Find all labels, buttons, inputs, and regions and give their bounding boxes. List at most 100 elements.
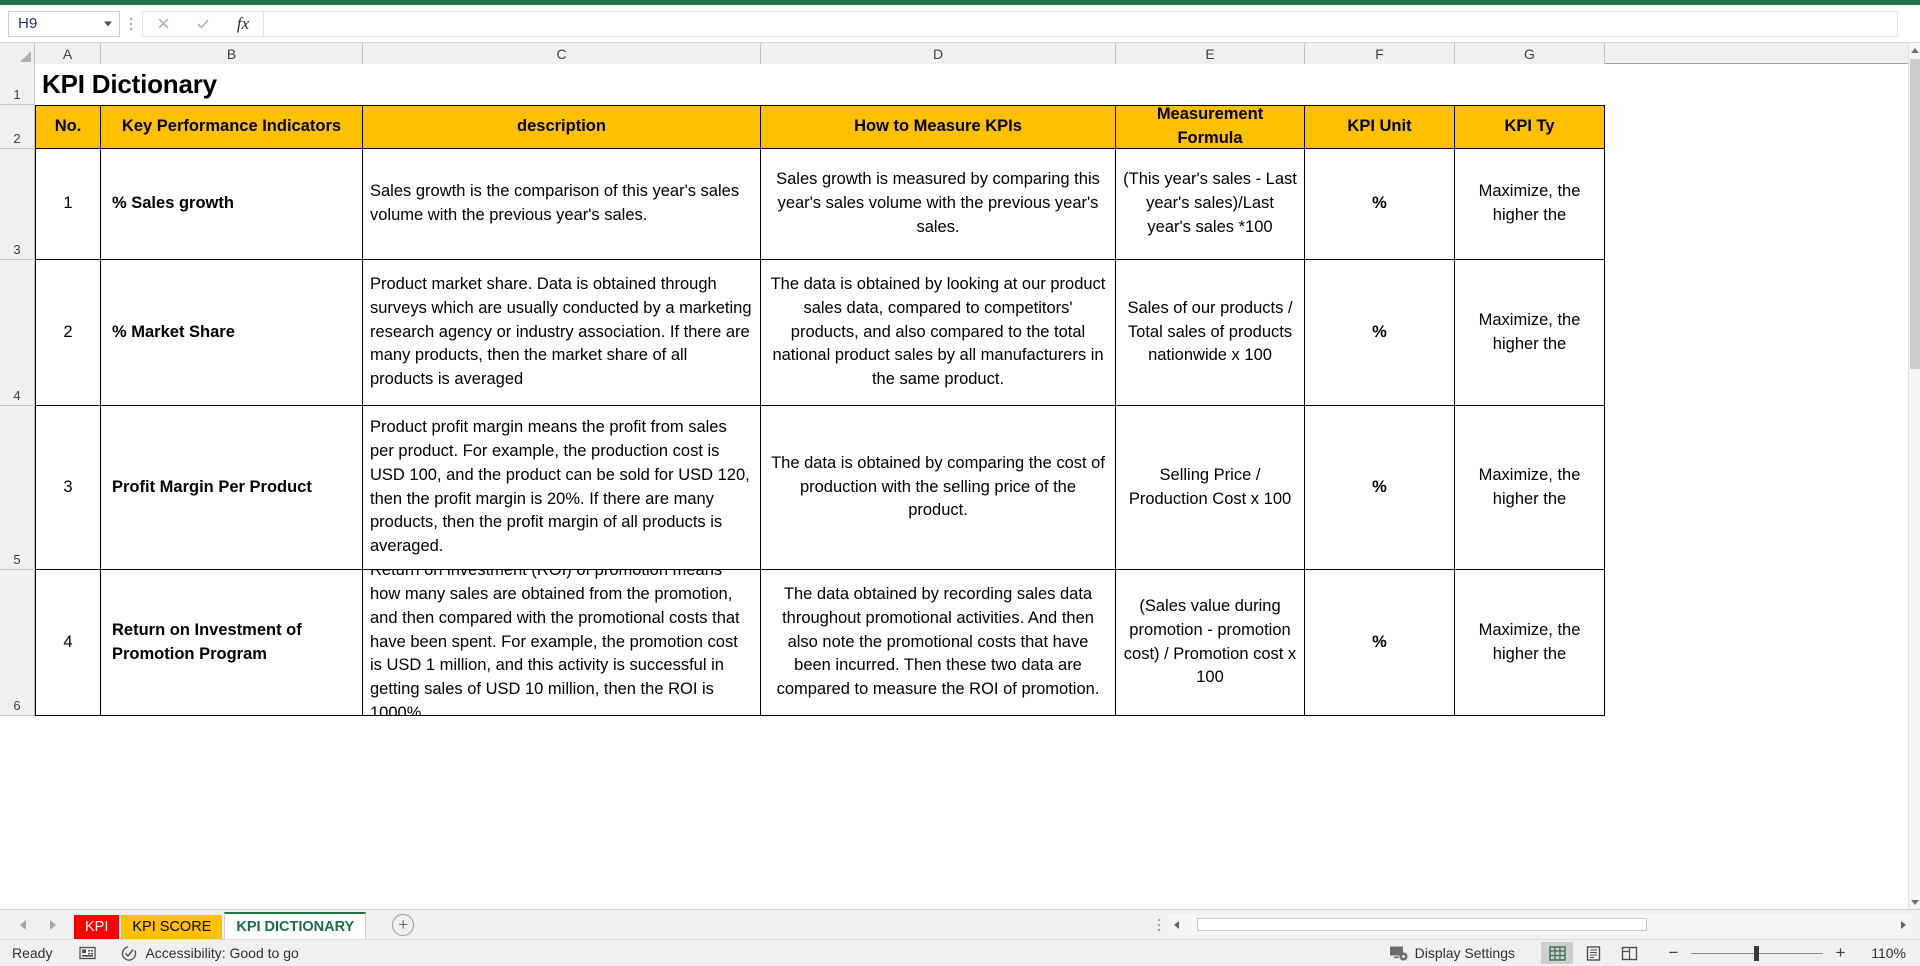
row-header-1[interactable]: 1 bbox=[0, 64, 35, 105]
table-header-how-to-measure[interactable]: How to Measure KPIs bbox=[761, 105, 1116, 149]
cell-type-text[interactable]: Maximize, the higher the bbox=[1462, 180, 1597, 228]
page-title[interactable]: KPI Dictionary bbox=[35, 64, 1316, 105]
zoom-level-label[interactable]: 110% bbox=[1858, 945, 1906, 961]
cell-description-text[interactable]: Return on investment (ROI) of promotion … bbox=[370, 570, 753, 715]
cell-G1[interactable] bbox=[1655, 64, 1805, 105]
formula-input[interactable] bbox=[263, 10, 1898, 37]
cell-type: Maximize, the higher the bbox=[1455, 570, 1605, 716]
next-sheet-icon[interactable] bbox=[46, 918, 60, 932]
cell-unit[interactable]: % bbox=[1305, 260, 1455, 406]
cell-how-to-measure-text[interactable]: Sales growth is measured by comparing th… bbox=[768, 168, 1108, 240]
zoom-slider-thumb[interactable] bbox=[1754, 945, 1759, 961]
previous-sheet-icon[interactable] bbox=[16, 918, 30, 932]
cell-how-to-measure-text[interactable]: The data is obtained by comparing the co… bbox=[768, 452, 1108, 524]
zoom-slider[interactable] bbox=[1691, 945, 1823, 961]
column-header-D[interactable]: D bbox=[761, 43, 1116, 64]
column-header-F[interactable]: F bbox=[1305, 43, 1455, 64]
sheet-tab-kpi-dictionary[interactable]: KPI DICTIONARY bbox=[224, 911, 367, 940]
chevron-down-icon[interactable] bbox=[104, 21, 112, 26]
cell-kpi[interactable]: Profit Margin Per Product bbox=[101, 406, 363, 570]
column-header-C[interactable]: C bbox=[363, 43, 761, 64]
cell-how-to-measure: The data obtained by recording sales dat… bbox=[761, 570, 1116, 716]
row-header-5[interactable]: 5 bbox=[0, 406, 35, 570]
accessibility-check-icon bbox=[122, 946, 137, 961]
check-icon[interactable] bbox=[183, 12, 223, 36]
scroll-down-icon[interactable] bbox=[1909, 895, 1920, 909]
cell-F1[interactable] bbox=[1505, 64, 1655, 105]
row-header-3[interactable]: 3 bbox=[0, 149, 35, 260]
cell-E1[interactable] bbox=[1316, 64, 1505, 105]
accessibility-status[interactable]: Accessibility: Good to go bbox=[120, 944, 299, 962]
vertical-scroll-thumb[interactable] bbox=[1910, 59, 1920, 369]
cell-description: Product market share. Data is obtained t… bbox=[363, 260, 761, 406]
name-box[interactable]: H9 bbox=[8, 10, 120, 37]
page-break-preview-icon[interactable] bbox=[1613, 942, 1645, 964]
cell-no[interactable]: 3 bbox=[35, 406, 101, 570]
column-header-G[interactable]: G bbox=[1455, 43, 1605, 64]
cell-description-text[interactable]: Product market share. Data is obtained t… bbox=[370, 273, 753, 393]
sheet-tab-kpi[interactable]: KPI bbox=[74, 914, 120, 940]
cell-kpi-text[interactable]: Return on Investment of Promotion Progra… bbox=[112, 619, 355, 667]
cell-description: Sales growth is the comparison of this y… bbox=[363, 149, 761, 260]
sheet-tabs: KPI KPI SCORE KPI DICTIONARY bbox=[74, 910, 368, 940]
cell-description-text[interactable]: Product profit margin means the profit f… bbox=[370, 416, 753, 560]
cell-type-text[interactable]: Maximize, the higher the bbox=[1462, 464, 1597, 512]
horizontal-split-grip[interactable] bbox=[1150, 910, 1168, 940]
cell-type-text[interactable]: Maximize, the higher the bbox=[1462, 309, 1597, 357]
macro-record-icon[interactable] bbox=[78, 945, 98, 961]
formula-bar-grip[interactable] bbox=[120, 11, 142, 37]
normal-view-icon[interactable] bbox=[1541, 942, 1573, 964]
table-header-kpi[interactable]: Key Performance Indicators bbox=[101, 105, 363, 149]
insert-function-icon[interactable]: fx bbox=[223, 12, 263, 36]
cell-formula-text[interactable]: (This year's sales - Last year's sales)/… bbox=[1123, 168, 1297, 240]
add-sheet-icon[interactable]: + bbox=[392, 913, 415, 936]
cell-kpi[interactable]: % Market Share bbox=[101, 260, 363, 406]
cell-unit[interactable]: % bbox=[1305, 149, 1455, 260]
sheet-tab-kpi-score[interactable]: KPI SCORE bbox=[121, 914, 223, 940]
cell-unit[interactable]: % bbox=[1305, 570, 1455, 716]
cell-no[interactable]: 1 bbox=[35, 149, 101, 260]
sheet-tab-bar: KPI KPI SCORE KPI DICTIONARY + bbox=[0, 909, 1920, 940]
scroll-left-icon[interactable] bbox=[1168, 914, 1185, 935]
page-layout-view-icon[interactable] bbox=[1577, 942, 1609, 964]
row-header-4[interactable]: 4 bbox=[0, 260, 35, 406]
column-header-E[interactable]: E bbox=[1116, 43, 1305, 64]
row-header-6[interactable]: 6 bbox=[0, 570, 35, 716]
column-header-A[interactable]: A bbox=[35, 43, 101, 64]
accessibility-label: Accessibility: Good to go bbox=[145, 945, 299, 961]
cell-type: Maximize, the higher the bbox=[1455, 149, 1605, 260]
zoom-in-button[interactable]: + bbox=[1834, 943, 1847, 963]
column-header-B[interactable]: B bbox=[101, 43, 363, 64]
cell-description: Return on investment (ROI) of promotion … bbox=[363, 570, 761, 716]
cell-no[interactable]: 2 bbox=[35, 260, 101, 406]
scroll-up-icon[interactable] bbox=[1909, 43, 1920, 57]
cell-no[interactable]: 4 bbox=[35, 570, 101, 716]
table-header-no[interactable]: No. bbox=[35, 105, 101, 149]
cell-description-text[interactable]: Sales growth is the comparison of this y… bbox=[370, 180, 753, 228]
display-settings-button[interactable]: Display Settings bbox=[1389, 945, 1515, 962]
cell-formula-text[interactable]: Sales of our products / Total sales of p… bbox=[1123, 297, 1297, 369]
cell-type-text[interactable]: Maximize, the higher the bbox=[1462, 619, 1597, 667]
table-header-unit[interactable]: KPI Unit bbox=[1305, 105, 1455, 149]
zoom-out-button[interactable]: − bbox=[1667, 943, 1680, 963]
horizontal-scroll-track[interactable] bbox=[1185, 914, 1895, 935]
select-all-corner[interactable] bbox=[0, 43, 35, 64]
table-header-type[interactable]: KPI Ty bbox=[1455, 105, 1605, 149]
table-header-formula[interactable]: Measurement Formula bbox=[1116, 105, 1305, 149]
cell-how-to-measure-text[interactable]: The data obtained by recording sales dat… bbox=[768, 583, 1108, 703]
cell-formula-text[interactable]: (Sales value during promotion - promotio… bbox=[1123, 595, 1297, 691]
table-header-description[interactable]: description bbox=[363, 105, 761, 149]
scroll-right-icon[interactable] bbox=[1895, 914, 1912, 935]
horizontal-scrollbar[interactable] bbox=[1168, 914, 1912, 935]
cancel-icon[interactable] bbox=[143, 12, 183, 36]
cell-kpi[interactable]: % Sales growth bbox=[101, 149, 363, 260]
row-header-2[interactable]: 2 bbox=[0, 105, 35, 149]
cell-how-to-measure-text[interactable]: The data is obtained by looking at our p… bbox=[768, 273, 1108, 393]
cell-formula-text[interactable]: Selling Price / Production Cost x 100 bbox=[1123, 464, 1297, 512]
zoom-control: − + 110% bbox=[1667, 943, 1906, 963]
table-row: 2 % Market Share Product market share. D… bbox=[35, 260, 1908, 406]
horizontal-scroll-thumb[interactable] bbox=[1197, 918, 1647, 931]
vertical-scrollbar[interactable] bbox=[1908, 43, 1920, 909]
table-row: 4 Return on Investment of Promotion Prog… bbox=[35, 570, 1908, 716]
cell-unit[interactable]: % bbox=[1305, 406, 1455, 570]
